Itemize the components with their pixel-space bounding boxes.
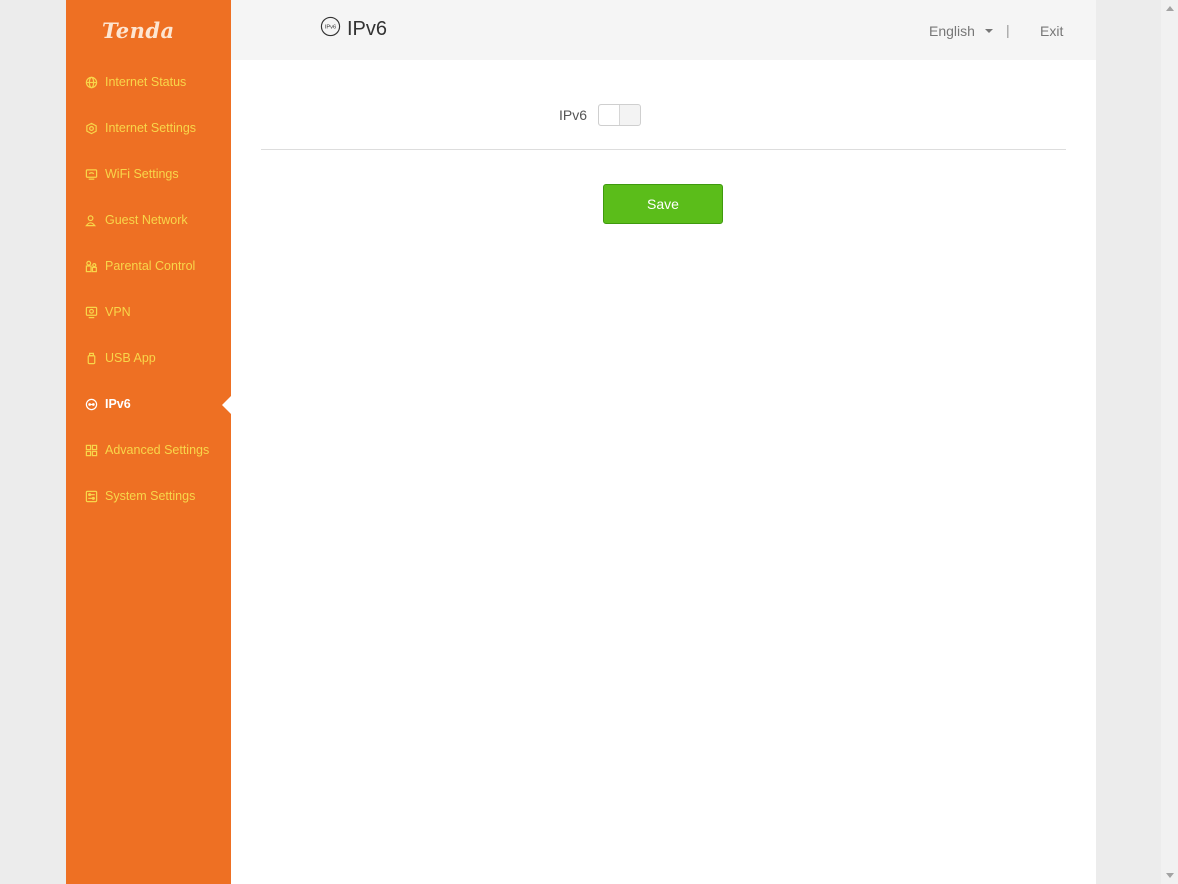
parental-icon xyxy=(84,259,98,273)
sidebar-item-internet-settings[interactable]: Internet Settings xyxy=(66,110,231,146)
sidebar-item-ipv6[interactable]: IPv6 xyxy=(66,386,231,422)
globe-icon xyxy=(84,75,98,89)
sidebar-item-usb-app[interactable]: USB App xyxy=(66,340,231,376)
sidebar-item-label: Advanced Settings xyxy=(105,443,210,457)
sidebar-item-parental-control[interactable]: Parental Control xyxy=(66,248,231,284)
sidebar: Tenda Internet Status Internet Settings … xyxy=(66,0,231,884)
chevron-down-icon xyxy=(984,29,993,33)
sidebar-item-label: VPN xyxy=(105,305,131,319)
ipv6-title-icon: IPv6 xyxy=(320,16,341,43)
language-selector[interactable]: English xyxy=(929,23,993,39)
grid-icon xyxy=(84,443,98,457)
top-header: IPv6 IPv6 English | Exit xyxy=(231,0,1096,60)
gear-icon xyxy=(84,121,98,135)
scroll-down-arrow-icon[interactable] xyxy=(1166,873,1174,878)
scroll-up-arrow-icon[interactable] xyxy=(1166,6,1174,11)
wifi-icon xyxy=(84,167,98,181)
sidebar-item-system-settings[interactable]: System Settings xyxy=(66,478,231,514)
sidebar-item-advanced-settings[interactable]: Advanced Settings xyxy=(66,432,231,468)
language-label: English xyxy=(929,23,975,39)
divider xyxy=(261,149,1066,150)
header-separator: | xyxy=(1006,22,1010,38)
usb-icon xyxy=(84,351,98,365)
main-content: IPv6 Save xyxy=(231,60,1096,884)
ipv6-icon xyxy=(84,397,98,411)
sidebar-item-guest-network[interactable]: Guest Network xyxy=(66,202,231,238)
sidebar-item-label: WiFi Settings xyxy=(105,167,179,181)
sidebar-item-internet-status[interactable]: Internet Status xyxy=(66,64,231,100)
exit-link[interactable]: Exit xyxy=(1040,23,1063,39)
toggle-knob xyxy=(599,105,620,125)
sidebar-item-label: Guest Network xyxy=(105,213,188,227)
sidebar-item-label: Parental Control xyxy=(105,259,196,273)
sidebar-item-wifi-settings[interactable]: WiFi Settings xyxy=(66,156,231,192)
sidebar-item-vpn[interactable]: VPN xyxy=(66,294,231,330)
sidebar-item-label: Internet Settings xyxy=(105,121,197,135)
page-title: IPv6 IPv6 xyxy=(320,16,387,43)
ipv6-title-icon-text: IPv6 xyxy=(325,24,336,30)
sidebar-item-label: Internet Status xyxy=(105,75,187,89)
ipv6-field-label: IPv6 xyxy=(559,107,588,123)
page-title-text: IPv6 xyxy=(347,18,388,40)
tenda-logo: Tenda xyxy=(102,18,175,43)
vpn-icon xyxy=(84,305,98,319)
vertical-scrollbar[interactable] xyxy=(1161,0,1178,884)
active-item-pointer xyxy=(222,396,231,414)
sidebar-item-label: USB App xyxy=(105,351,156,365)
ipv6-toggle[interactable] xyxy=(598,104,641,126)
app-frame: Tenda Internet Status Internet Settings … xyxy=(66,0,1096,884)
guest-icon xyxy=(84,213,98,227)
sidebar-item-label: System Settings xyxy=(105,489,196,503)
sidebar-item-label: IPv6 xyxy=(105,397,131,411)
system-icon xyxy=(84,489,98,503)
save-button[interactable]: Save xyxy=(603,184,723,224)
